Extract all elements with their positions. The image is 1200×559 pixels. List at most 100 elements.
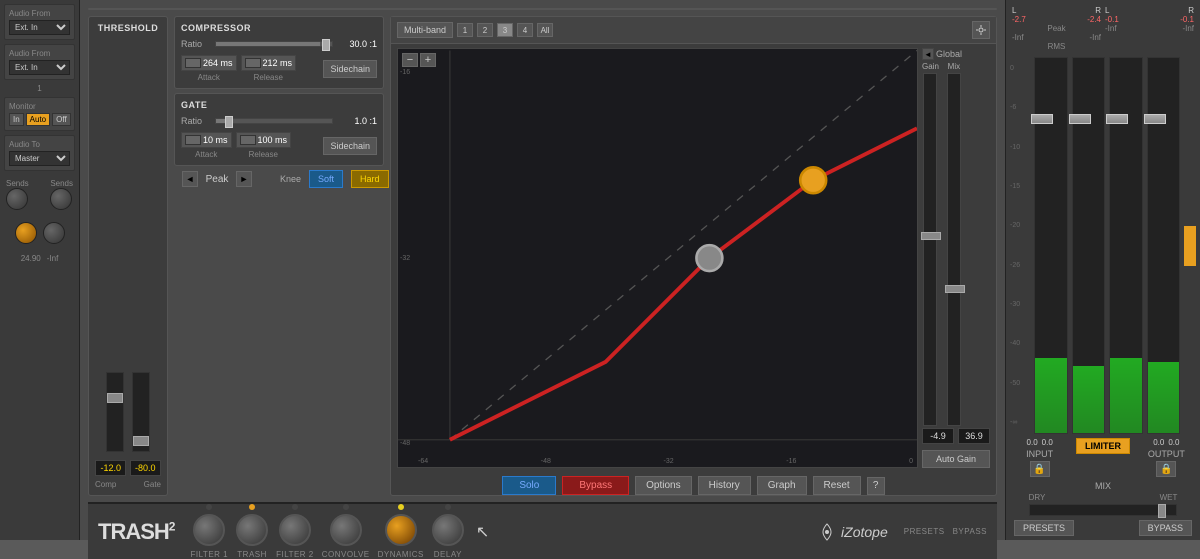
graph-scale-left: -16 -32 -48 (400, 69, 410, 447)
gb-1: -64 (418, 458, 428, 465)
comp-fader-handle[interactable] (107, 393, 123, 403)
mix-fader-handle[interactable] (945, 285, 965, 293)
sends-knob-a[interactable] (6, 188, 28, 210)
options-btn[interactable]: Options (635, 476, 691, 495)
gate-ratio-thumb[interactable] (225, 116, 233, 128)
rms-l2-val: -Inf (1105, 24, 1117, 33)
output-col: 0.0 0.0 OUTPUT 🔒 (1137, 438, 1196, 477)
auto-btn[interactable]: Auto (26, 113, 50, 126)
knob-gray[interactable] (43, 222, 65, 244)
orange-indicator-col (1184, 57, 1196, 434)
comp-ratio-slider[interactable] (215, 41, 333, 47)
band-btn-1[interactable]: 1 (457, 23, 473, 37)
input-output-section: 0.0 0.0 INPUT 🔒 LIMITER 0.0 0.0 OUTPUT 🔒 (1010, 438, 1196, 477)
band-btn-4[interactable]: 4 (517, 23, 533, 37)
lr-header-1: L R (1012, 6, 1101, 15)
big-fader-4-handle[interactable] (1144, 114, 1166, 124)
filter2-knob[interactable] (279, 514, 311, 546)
off-btn[interactable]: Off (52, 113, 71, 126)
band-btn-2[interactable]: 2 (477, 23, 493, 37)
peak-prev-btn[interactable]: ◄ (182, 171, 198, 187)
auto-gain-btn[interactable]: Auto Gain (922, 450, 990, 468)
fs-1: -6 (1010, 104, 1030, 111)
audio-from-select[interactable]: Ext. In (9, 20, 70, 35)
r-label-2: R (1188, 6, 1194, 15)
big-fader-3-handle[interactable] (1106, 114, 1128, 124)
comp-sidechain-btn[interactable]: Sidechain (323, 60, 377, 78)
reset-btn[interactable]: Reset (813, 476, 861, 495)
input-lock-btn[interactable]: 🔒 (1030, 461, 1050, 477)
graph-btn[interactable]: Graph (757, 476, 807, 495)
history-btn[interactable]: History (698, 476, 751, 495)
izotope-logo: iZotope (817, 522, 888, 542)
mix-value-box: 36.9 (958, 428, 990, 444)
comp-ratio-thumb[interactable] (322, 39, 330, 51)
module-trash: TRASH (236, 504, 268, 559)
gate-release-value: 100 ms (258, 135, 288, 145)
comp-attack-value: 264 ms (203, 58, 233, 68)
big-fader-1-handle[interactable] (1031, 114, 1053, 124)
help-btn[interactable]: ? (867, 477, 885, 495)
comp-attack-label: Attack (181, 73, 237, 82)
gate-ratio-slider[interactable] (215, 118, 333, 124)
bypass-btn[interactable]: Bypass (562, 476, 629, 495)
right-panel: L R -2.7 -2.4 Peak -Inf -Inf RMS L R (1005, 0, 1200, 540)
convolve-knob[interactable] (330, 514, 362, 546)
delay-knob[interactable] (432, 514, 464, 546)
band-btn-3[interactable]: 3 (497, 23, 513, 37)
waveform-sidebar (89, 9, 125, 10)
dynamics-knob[interactable] (385, 514, 417, 546)
audio-from-section-2: Audio From Ext. In (4, 44, 75, 80)
gb-3: -32 (664, 458, 674, 465)
gate-sidechain-btn[interactable]: Sidechain (323, 137, 377, 155)
zoom-in-btn[interactable]: + (420, 53, 436, 67)
band-btn-all[interactable]: All (537, 23, 553, 37)
r-label-1: R (1095, 6, 1101, 15)
trash-knob[interactable] (236, 514, 268, 546)
fs-9: -∞ (1010, 419, 1030, 426)
bypass-label: BYPASS (953, 527, 987, 536)
gate-attack-icon (185, 135, 201, 145)
izotope-text: iZotope (841, 524, 888, 540)
global-arrow-btn[interactable]: ◄ (922, 48, 934, 60)
cursor-indicator: ↖ (476, 522, 489, 542)
zoom-out-btn[interactable]: − (402, 53, 418, 67)
output-values: 0.0 0.0 (1153, 438, 1179, 447)
filter1-knob[interactable] (193, 514, 225, 546)
limiter-btn[interactable]: LIMITER (1076, 438, 1130, 454)
fs-0: 0 (1010, 65, 1030, 72)
gate-ratio-row: Ratio 1.0 :1 (181, 116, 377, 126)
mix-vert-fader (947, 73, 961, 426)
presets-label: PRESETS (904, 527, 945, 536)
gain-fader-handle[interactable] (921, 232, 941, 240)
in-btn[interactable]: In (9, 113, 24, 126)
filter2-label: FILTER 2 (276, 550, 314, 559)
monitor-row: In Auto Off (9, 113, 70, 126)
knee-soft-btn[interactable]: Soft (309, 170, 343, 188)
audio-from-select-2[interactable]: Ext. In (9, 60, 70, 75)
multiband-btn[interactable]: Multi-band (397, 22, 453, 38)
solo-btn[interactable]: Solo (502, 476, 556, 495)
presets-btn[interactable]: PRESETS (1014, 520, 1074, 536)
output-val-2: 0.0 (1168, 438, 1179, 447)
peak-l-val: -2.7 (1012, 15, 1026, 24)
threshold-faders (106, 39, 150, 452)
knob-orange[interactable] (15, 222, 37, 244)
bypass-toggle-btn[interactable]: BYPASS (1139, 520, 1192, 536)
audio-to-select[interactable]: Master (9, 151, 70, 166)
comp-fader-col (106, 372, 124, 452)
knee-hard-btn[interactable]: Hard (351, 170, 389, 188)
big-fader-1 (1034, 57, 1068, 434)
big-fader-2-handle[interactable] (1069, 114, 1091, 124)
global-row: ◄ Global (922, 48, 990, 60)
mix-fader-handle[interactable] (1158, 504, 1166, 518)
audio-from-label-2: Audio From (9, 49, 70, 58)
gate-fader-handle[interactable] (133, 436, 149, 446)
output-lock-btn[interactable]: 🔒 (1156, 461, 1176, 477)
gate-attack-release-row: 10 ms Attack 100 ms Release Sidechain (181, 132, 377, 159)
peak-next-btn[interactable]: ► (236, 171, 252, 187)
sends-knob-b[interactable] (50, 188, 72, 210)
mix-fader-h[interactable] (1029, 504, 1178, 516)
fader1-meter (1035, 358, 1067, 433)
settings-btn[interactable] (972, 21, 990, 39)
